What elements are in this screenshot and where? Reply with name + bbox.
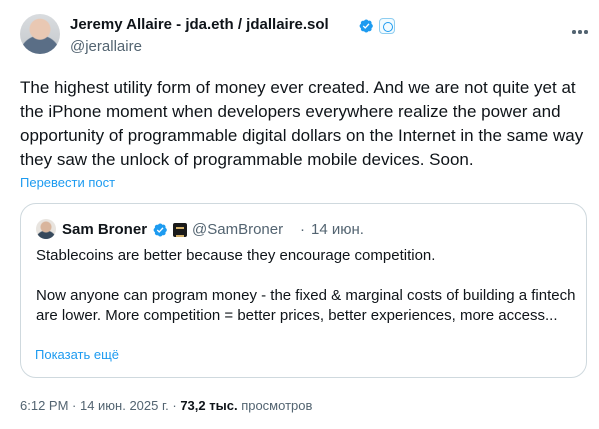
quote-author-handle: @SamBroner — [192, 221, 284, 238]
tweet-meta: 6:12 PM · 14 июн. 2025 г. · 73,2 тыс. пр… — [20, 398, 312, 413]
tweet-timestamp[interactable]: 6:12 PM · 14 июн. 2025 г. · — [20, 398, 177, 413]
quote-separator: · — [300, 221, 305, 238]
quote-paragraph-1: Stablecoins are better because they enco… — [36, 247, 436, 264]
quote-paragraph-2: Now anyone can program money - the fixed… — [36, 287, 576, 324]
quote-author-name: Sam Broner — [62, 221, 148, 238]
more-options-icon[interactable] — [568, 20, 592, 44]
quoted-tweet[interactable]: Sam Broner @SamBroner · 14 июн. Stableco… — [20, 203, 587, 378]
verified-badge-icon[interactable] — [358, 18, 374, 34]
author-name[interactable]: Jeremy Allaire - jda.eth / jdallaire.sol — [70, 16, 329, 33]
quote-date: 14 июн. — [311, 221, 364, 238]
translate-post-link[interactable]: Перевести пост — [20, 175, 115, 190]
author-avatar[interactable] — [20, 14, 60, 54]
author-row: Jeremy Allaire - jda.eth / jdallaire.sol… — [20, 14, 590, 58]
views-count: 73,2 тыс. — [180, 398, 238, 413]
author-handle[interactable]: @jerallaire — [70, 38, 142, 55]
quote-author-avatar — [36, 219, 56, 239]
show-more-link[interactable]: Показать ещё — [35, 347, 119, 362]
tweet-text: The highest utility form of money ever c… — [20, 78, 584, 169]
quote-verified-badge-icon — [153, 223, 167, 237]
tweet: Jeremy Allaire - jda.eth / jdallaire.sol… — [0, 0, 599, 429]
quote-text: Stablecoins are better because they enco… — [36, 246, 576, 326]
affiliate-badge-icon[interactable] — [379, 18, 395, 34]
views-label: просмотров — [241, 398, 313, 413]
quote-affiliate-badge-icon — [173, 223, 187, 237]
